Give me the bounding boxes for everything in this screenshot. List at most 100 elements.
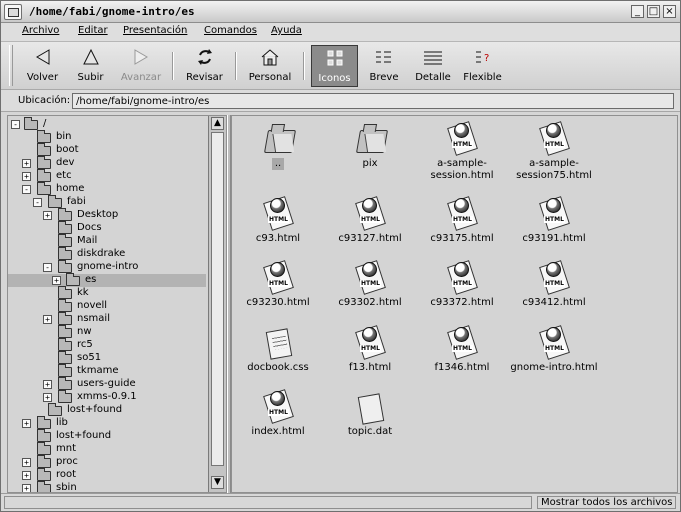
minimize-button[interactable]: _ (631, 5, 644, 18)
title-bar[interactable]: /home/fabi/gnome-intro/es _ □ × (1, 1, 680, 23)
toolbar-grip[interactable] (9, 45, 13, 86)
html-file-icon: HTML (538, 196, 570, 231)
menu-archivo[interactable]: Archivo (22, 25, 59, 36)
directory-tree[interactable]: - / bin boot + dev + etc - home - fabi + Deskt… (7, 115, 227, 493)
tree-expander[interactable]: + (43, 315, 52, 324)
tree-row[interactable]: - gnome-intro (8, 260, 206, 274)
file-label: f1346.html (434, 362, 490, 373)
file-label: f13.html (348, 362, 392, 373)
close-button[interactable]: × (663, 5, 676, 18)
tree-expander[interactable]: + (22, 159, 31, 168)
html-file-icon: HTML (262, 196, 294, 231)
tree-expander[interactable]: + (22, 172, 31, 181)
tree-expander[interactable]: + (22, 484, 31, 492)
file-item-index[interactable]: HTML index.html (232, 384, 324, 446)
blank-file-icon (354, 390, 386, 425)
folder-icon (66, 273, 80, 286)
tree-row[interactable]: kk (8, 286, 206, 300)
tree-expander[interactable]: + (22, 458, 31, 467)
html-file-icon: HTML (354, 325, 386, 360)
file-icon-view[interactable]: .. pix HTML a-sample-session.html HTML a… (231, 115, 678, 493)
detail-view-button[interactable]: Detalle (412, 45, 454, 87)
file-item-c93127[interactable]: HTML c93127.html (324, 191, 416, 253)
tree-expander[interactable]: + (43, 393, 52, 402)
tree-row[interactable]: + users-guide (8, 377, 206, 391)
folder-icon (58, 247, 72, 260)
brief-view-button[interactable]: Breve (365, 45, 403, 87)
file-label: c93191.html (522, 233, 586, 244)
tree-expander[interactable]: + (22, 419, 31, 428)
menu-editar[interactable]: Editar (78, 25, 108, 36)
maximize-button[interactable]: □ (647, 5, 660, 18)
file-item-docbook-css[interactable]: docbook.css (232, 320, 324, 382)
tree-row[interactable]: + nsmail (8, 312, 206, 326)
folder-icon (37, 429, 51, 442)
tree-row[interactable]: + Desktop (8, 208, 206, 222)
folder-icon (354, 122, 389, 156)
window-menu-icon[interactable] (4, 4, 22, 20)
tree-expander[interactable]: + (43, 211, 52, 220)
tree-expander[interactable]: - (22, 185, 31, 194)
file-item-c93412[interactable]: HTML c93412.html (508, 255, 600, 317)
tree-row-selected[interactable]: + es (8, 273, 206, 287)
file-item-a-sample-session75[interactable]: HTML a-sample-session75.html (508, 116, 600, 181)
scroll-up-icon[interactable]: ▲ (211, 117, 224, 130)
tree-expander[interactable]: + (43, 380, 52, 389)
file-item-c93191[interactable]: HTML c93191.html (508, 191, 600, 253)
tree-expander[interactable]: - (11, 120, 20, 129)
tree-row[interactable]: so51 (8, 351, 206, 365)
home-button[interactable]: Personal (245, 45, 295, 87)
tree-row[interactable]: novell (8, 299, 206, 313)
back-button[interactable]: Volver (21, 45, 64, 87)
file-item-pix[interactable]: pix (324, 116, 416, 178)
scroll-thumb[interactable] (211, 132, 224, 466)
reload-button[interactable]: Revisar (182, 45, 227, 87)
tree-row[interactable]: - fabi (8, 195, 206, 209)
tree-expander[interactable]: + (22, 471, 31, 480)
tree-expander[interactable]: - (33, 198, 42, 207)
folder-icon (37, 156, 51, 169)
tree-row[interactable]: rc5 (8, 338, 206, 352)
file-item-f13[interactable]: HTML f13.html (324, 320, 416, 382)
tree-expander[interactable]: - (43, 263, 52, 272)
file-item-parent-folder[interactable]: .. (232, 116, 324, 178)
status-message: Mostrar todos los archivos (537, 496, 676, 509)
tree-row[interactable]: nw (8, 325, 206, 339)
file-item-topic-dat[interactable]: topic.dat (324, 384, 416, 446)
file-label: docbook.css (247, 362, 309, 373)
forward-button[interactable]: Avanzar (117, 45, 165, 87)
flexible-view-button[interactable]: ? Flexible (460, 45, 505, 87)
tree-row[interactable]: tkmame (8, 364, 206, 378)
folder-icon (37, 169, 51, 182)
folder-icon (37, 468, 51, 481)
menu-presentacion[interactable]: Presentación (123, 25, 187, 36)
tree-row[interactable]: - home (8, 182, 206, 196)
file-item-c93230[interactable]: HTML c93230.html (232, 255, 324, 317)
folder-icon (58, 325, 72, 338)
file-item-c93[interactable]: HTML c93.html (232, 191, 324, 253)
location-input[interactable] (72, 93, 674, 109)
tree-row[interactable]: Mail (8, 234, 206, 248)
file-item-f1346[interactable]: HTML f1346.html (416, 320, 508, 382)
tree-scrollbar[interactable]: ▲ ▼ (208, 116, 226, 492)
file-item-c93175[interactable]: HTML c93175.html (416, 191, 508, 253)
file-item-gnome-intro[interactable]: HTML gnome-intro.html (508, 320, 600, 382)
menu-ayuda[interactable]: Ayuda (271, 25, 302, 36)
file-item-c93372[interactable]: HTML c93372.html (416, 255, 508, 317)
up-button[interactable]: Subir (69, 45, 112, 87)
html-file-icon: HTML (262, 389, 294, 424)
file-item-c93302[interactable]: HTML c93302.html (324, 255, 416, 317)
file-label: pix (362, 158, 378, 169)
tree-row[interactable]: Docs (8, 221, 206, 235)
home-icon (261, 49, 279, 66)
file-item-a-sample-session[interactable]: HTML a-sample-session.html (416, 116, 508, 181)
menu-comandos[interactable]: Comandos (204, 25, 257, 36)
window-title: /home/fabi/gnome-intro/es (29, 5, 195, 18)
scroll-down-icon[interactable]: ▼ (211, 476, 224, 489)
icons-view-button[interactable]: Iconos (311, 45, 358, 87)
tree-row[interactable]: diskdrake (8, 247, 206, 261)
tree-row[interactable]: + xmms-0.9.1 (8, 390, 206, 404)
file-label: a-sample-session.html (430, 158, 494, 181)
tree-expander[interactable]: + (52, 276, 61, 285)
tree-row[interactable]: + sbin (8, 481, 206, 492)
